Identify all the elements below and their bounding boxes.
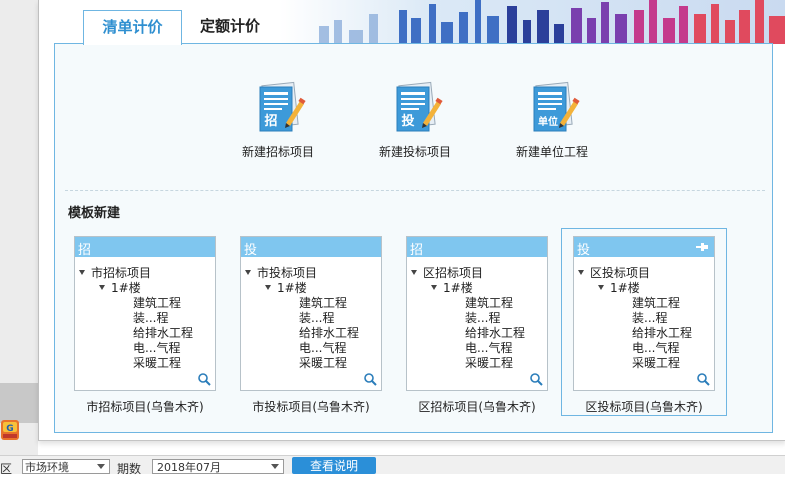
template-header: 招 (407, 237, 547, 258)
new-unit-project-label: 新建单位工程 (515, 145, 588, 159)
template-header: 投 (241, 237, 381, 258)
new-project-dialog: 清单计价 定额计价 招 新建招标项目 投 新建投标项目 单位 新建单位工程 模板… (38, 0, 785, 441)
city-skyline-banner (279, 0, 785, 44)
pin-icon[interactable] (695, 241, 709, 253)
template-section-title: 模板新建 (68, 206, 121, 221)
new-bid-project-button[interactable]: 投 新建投标项目 (360, 81, 470, 160)
status-toolbar: 区 市场环境 期数 2018年07月 查看说明 (0, 455, 785, 476)
template-header: 招 (75, 237, 215, 258)
app-logo-icon: G (1, 420, 19, 440)
expand-arrow-icon (79, 270, 85, 275)
market-select[interactable]: 市场环境 (22, 459, 110, 474)
template-preview: 投 区投标项目 1#楼 建筑工程 装...程 给排水工程 电...气程 采暖工程 (573, 236, 715, 391)
expand-arrow-icon (265, 285, 271, 290)
template-header: 投 (574, 237, 714, 258)
template-preview: 招 市招标项目 1#楼 建筑工程 装...程 给排水工程 电...气程 采暖工程 (74, 236, 216, 391)
template-caption: 市投标项目(乌鲁木齐) (252, 400, 370, 414)
template-card[interactable]: 投 区投标项目 1#楼 建筑工程 装...程 给排水工程 电...气程 采暖工程… (561, 228, 727, 416)
bill-pricing-panel: 招 新建招标项目 投 新建投标项目 单位 新建单位工程 模板新建 招 市招标项目… (54, 43, 773, 433)
template-tag: 投 (577, 243, 591, 258)
template-caption: 区招标项目(乌鲁木齐) (418, 400, 536, 414)
template-caption: 市招标项目(乌鲁木齐) (86, 400, 204, 414)
magnifier-icon[interactable] (197, 372, 211, 386)
expand-arrow-icon (578, 270, 584, 275)
expand-arrow-icon (598, 285, 604, 290)
chevron-down-icon (271, 464, 279, 469)
template-tag: 招 (410, 243, 424, 258)
template-caption: 区投标项目(乌鲁木齐) (585, 400, 703, 414)
expand-arrow-icon (411, 270, 417, 275)
expand-arrow-icon (99, 285, 105, 290)
region-label: 区 (0, 462, 13, 476)
template-tag: 投 (244, 243, 258, 258)
background-panel (0, 383, 38, 423)
period-select[interactable]: 2018年07月 (152, 459, 284, 474)
template-tag: 招 (78, 243, 92, 258)
tree-leaf: 采暖工程 (299, 356, 348, 370)
magnifier-icon[interactable] (363, 372, 377, 386)
tree-leaf: 采暖工程 (465, 356, 514, 370)
view-notes-button[interactable]: 查看说明 (292, 457, 376, 474)
divider (65, 190, 765, 191)
svg-text:G: G (6, 424, 13, 434)
expand-arrow-icon (431, 285, 437, 290)
bid-document-icon: 投 (396, 81, 443, 132)
magnifier-icon[interactable] (529, 372, 543, 386)
new-tender-project-button[interactable]: 招 新建招标项目 (223, 81, 333, 160)
tree-leaf: 采暖工程 (133, 356, 182, 370)
new-tender-project-label: 新建招标项目 (241, 145, 314, 159)
tender-document-icon: 招 (259, 81, 306, 132)
badge-text: 招 (264, 113, 277, 129)
template-preview: 招 区招标项目 1#楼 建筑工程 装...程 给排水工程 电...气程 采暖工程 (406, 236, 548, 391)
new-unit-project-button[interactable]: 单位 新建单位工程 (497, 81, 607, 160)
period-label: 期数 (117, 462, 142, 476)
expand-arrow-icon (245, 270, 251, 275)
new-bid-project-label: 新建投标项目 (378, 145, 451, 159)
template-card[interactable]: 招 区招标项目 1#楼 建筑工程 装...程 给排水工程 电...气程 采暖工程… (394, 228, 560, 416)
tree-leaf: 采暖工程 (632, 356, 681, 370)
template-card[interactable]: 招 市招标项目 1#楼 建筑工程 装...程 给排水工程 电...气程 采暖工程… (62, 228, 228, 416)
badge-text: 投 (401, 113, 414, 129)
chevron-down-icon (97, 464, 105, 469)
tab-bill-pricing[interactable]: 清单计价 (83, 10, 182, 45)
badge-text: 单位 (538, 115, 558, 128)
magnifier-icon[interactable] (696, 372, 710, 386)
tab-quota-pricing[interactable]: 定额计价 (186, 10, 274, 44)
template-card[interactable]: 投 市投标项目 1#楼 建筑工程 装...程 给排水工程 电...气程 采暖工程… (228, 228, 394, 416)
unit-document-icon: 单位 (533, 81, 580, 132)
template-preview: 投 市投标项目 1#楼 建筑工程 装...程 给排水工程 电...气程 采暖工程 (240, 236, 382, 391)
